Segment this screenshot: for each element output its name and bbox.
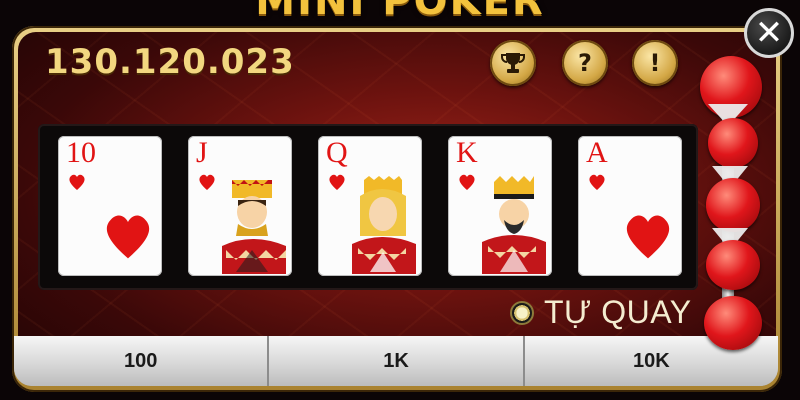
card-5: A xyxy=(578,136,682,276)
heart-icon xyxy=(329,174,345,190)
heart-icon xyxy=(459,174,475,190)
help-button[interactable]: ? xyxy=(562,40,608,86)
heart-icon xyxy=(199,174,215,190)
auto-spin-label: TỰ QUAY xyxy=(544,294,692,330)
card-rank: 10 xyxy=(66,136,96,169)
lever-ball xyxy=(708,118,758,168)
card-rank: K xyxy=(456,136,478,169)
heart-icon xyxy=(69,174,85,190)
cards-tray: 10 J Q K A xyxy=(38,124,698,290)
heart-icon xyxy=(106,215,150,259)
game-title: MINI POKER xyxy=(255,0,545,24)
bet-option-100[interactable]: 100 xyxy=(14,336,270,386)
bet-options-bar: 100 1K 10K xyxy=(14,336,778,386)
heart-icon xyxy=(589,174,605,190)
heart-icon xyxy=(626,215,670,259)
card-3: Q xyxy=(318,136,422,276)
close-button[interactable]: ✕ xyxy=(744,8,794,58)
lever-ball xyxy=(704,296,762,350)
auto-spin-toggle[interactable]: TỰ QUAY xyxy=(510,294,692,331)
trophy-icon xyxy=(501,53,525,73)
queen-face-icon xyxy=(352,176,416,274)
card-rank: Q xyxy=(326,136,348,169)
card-rank: J xyxy=(196,136,208,169)
card-2: J xyxy=(188,136,292,276)
card-rank: A xyxy=(586,136,608,169)
jack-face-icon xyxy=(222,180,286,274)
auto-spin-checkbox[interactable] xyxy=(510,300,534,325)
close-icon: ✕ xyxy=(754,13,784,53)
mini-poker-window: MINI POKER 130.120.023 ? ! ✕ 10 J Q K A … xyxy=(0,0,800,400)
info-button[interactable]: ! xyxy=(632,40,678,86)
lever-ball xyxy=(706,240,760,290)
lever-ball xyxy=(706,178,760,232)
card-1: 10 xyxy=(58,136,162,276)
leaderboard-button[interactable] xyxy=(490,40,536,86)
card-4: K xyxy=(448,136,552,276)
bet-option-1k[interactable]: 1K xyxy=(269,336,525,386)
balance-display: 130.120.023 xyxy=(45,42,295,82)
king-face-icon xyxy=(482,176,546,274)
